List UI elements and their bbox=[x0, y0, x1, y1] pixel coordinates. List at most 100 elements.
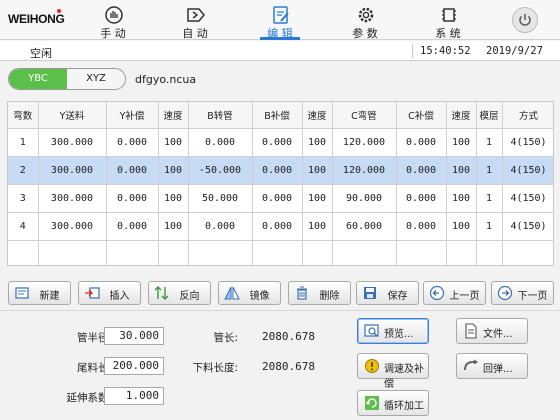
radius-field[interactable]: 30.000 bbox=[104, 327, 164, 345]
insert-button-label: 插入 bbox=[109, 291, 130, 302]
table-cell[interactable]: 120.000 bbox=[332, 156, 397, 185]
table-row[interactable]: 1 300.000 0.000 100 0.000 0.000 100 120.000 0.00… bbox=[8, 128, 553, 157]
table-cell[interactable]: 300.000 bbox=[38, 212, 107, 241]
mirror-button[interactable]: 镜像 bbox=[218, 281, 281, 305]
table-row-empty[interactable] bbox=[8, 240, 553, 265]
next-page-button[interactable]: 下一页 bbox=[491, 281, 554, 305]
table-cell[interactable]: 100 bbox=[302, 212, 333, 241]
table-cell[interactable]: 100 bbox=[446, 212, 477, 241]
table-cell[interactable]: 0.000 bbox=[106, 128, 159, 157]
nav-params[interactable]: 参 数 bbox=[335, 0, 395, 40]
table-cell[interactable]: 4(150) bbox=[502, 212, 553, 241]
table-cell-empty[interactable] bbox=[396, 240, 447, 265]
table-cell[interactable]: 2 bbox=[8, 156, 39, 185]
status-divider bbox=[412, 44, 413, 58]
table-cell[interactable]: 0.000 bbox=[252, 184, 303, 213]
table-cell-empty[interactable] bbox=[302, 240, 333, 265]
power-button[interactable] bbox=[512, 7, 538, 33]
coordinate-mode-toggle[interactable]: YBC XYZ bbox=[8, 68, 126, 90]
table-cell[interactable]: 4(150) bbox=[502, 184, 553, 213]
table-cell[interactable]: 0.000 bbox=[396, 184, 447, 213]
table-cell[interactable]: 100 bbox=[446, 128, 477, 157]
mode-option-ybc[interactable]: YBC bbox=[9, 69, 67, 89]
table-cell[interactable]: 1 bbox=[476, 212, 503, 241]
table-cell[interactable]: 0.000 bbox=[188, 212, 253, 241]
table-cell[interactable]: 100 bbox=[302, 128, 333, 157]
table-cell[interactable]: 0.000 bbox=[396, 156, 447, 185]
table-cell[interactable]: 4(150) bbox=[502, 156, 553, 185]
springback-button[interactable]: 回弹... bbox=[456, 353, 528, 379]
table-cell[interactable]: 90.000 bbox=[332, 184, 397, 213]
table-cell-empty[interactable] bbox=[446, 240, 477, 265]
tail-length-field[interactable]: 200.000 bbox=[104, 357, 164, 375]
table-cell-empty[interactable] bbox=[188, 240, 253, 265]
delete-button[interactable]: 删除 bbox=[288, 281, 351, 305]
table-cell-empty[interactable] bbox=[8, 240, 39, 265]
column-header: Y补偿 bbox=[106, 102, 159, 129]
file-button[interactable]: 文件... bbox=[456, 318, 528, 344]
table-row[interactable]: 2 300.000 0.000 100 -50.000 0.000 100 120.000 0.… bbox=[8, 156, 553, 185]
bend-table-grid: 弯数 Y送料 Y补偿 速度 B转管 B补偿 速度 C弯管 C补偿 速度 模层 方式 1 300.000 0… bbox=[8, 102, 553, 265]
table-cell[interactable]: 100 bbox=[302, 184, 333, 213]
table-cell-empty[interactable] bbox=[38, 240, 107, 265]
table-cell[interactable]: 100 bbox=[446, 184, 477, 213]
table-cell[interactable]: 1 bbox=[8, 128, 39, 157]
insert-icon bbox=[85, 287, 100, 299]
mode-option-xyz[interactable]: XYZ bbox=[67, 69, 125, 89]
new-button[interactable]: 新建 bbox=[8, 281, 71, 305]
table-cell[interactable]: 0.000 bbox=[106, 156, 159, 185]
save-button[interactable]: 保存 bbox=[356, 281, 419, 305]
table-cell[interactable]: 0.000 bbox=[188, 128, 253, 157]
table-cell[interactable]: -50.000 bbox=[188, 156, 253, 185]
table-cell[interactable]: 300.000 bbox=[38, 156, 107, 185]
speed-compensation-button[interactable]: 调速及补偿 bbox=[357, 353, 429, 390]
table-cell[interactable]: 1 bbox=[476, 184, 503, 213]
tube-length-value: 2080.678 bbox=[262, 330, 315, 343]
table-cell[interactable]: 300.000 bbox=[38, 128, 107, 157]
tube-length-label: 管长: bbox=[213, 332, 238, 344]
table-cell[interactable]: 0.000 bbox=[396, 128, 447, 157]
table-cell[interactable]: 300.000 bbox=[38, 184, 107, 213]
table-cell[interactable]: 100 bbox=[158, 212, 189, 241]
nav-auto[interactable]: 自 动 bbox=[165, 0, 225, 40]
table-cell[interactable]: 0.000 bbox=[252, 212, 303, 241]
nav-manual[interactable]: 手 动 bbox=[83, 0, 143, 40]
table-row[interactable]: 4 300.000 0.000 100 0.000 0.000 100 60.000 0.000… bbox=[8, 212, 553, 241]
table-cell[interactable]: 0.000 bbox=[106, 212, 159, 241]
table-cell[interactable]: 100 bbox=[302, 156, 333, 185]
nav-edit[interactable]: 编 辑 bbox=[250, 0, 310, 40]
table-cell-empty[interactable] bbox=[502, 240, 553, 265]
table-cell-empty[interactable] bbox=[158, 240, 189, 265]
prev-page-button[interactable]: 上一页 bbox=[423, 281, 486, 305]
table-cell[interactable]: 100 bbox=[158, 184, 189, 213]
table-cell[interactable]: 100 bbox=[158, 156, 189, 185]
insert-button[interactable]: 插入 bbox=[78, 281, 141, 305]
table-cell-empty[interactable] bbox=[252, 240, 303, 265]
table-cell[interactable]: 1 bbox=[476, 128, 503, 157]
preview-button[interactable]: 预览... bbox=[357, 318, 429, 344]
table-cell[interactable]: 0.000 bbox=[252, 128, 303, 157]
table-cell-empty[interactable] bbox=[106, 240, 159, 265]
trash-icon bbox=[297, 286, 307, 300]
table-cell[interactable]: 4 bbox=[8, 212, 39, 241]
table-header-row: 弯数 Y送料 Y补偿 速度 B转管 B补偿 速度 C弯管 C补偿 速度 模层 方式 bbox=[8, 102, 553, 129]
table-cell[interactable]: 0.000 bbox=[396, 212, 447, 241]
table-cell-empty[interactable] bbox=[332, 240, 397, 265]
stretch-factor-field[interactable]: 1.000 bbox=[104, 387, 164, 405]
table-row[interactable]: 3 300.000 0.000 100 50.000 0.000 100 90.000 0.00… bbox=[8, 184, 553, 213]
bend-table[interactable]: 弯数 Y送料 Y补偿 速度 B转管 B补偿 速度 C弯管 C补偿 速度 模层 方式 1 300.000 0… bbox=[7, 101, 554, 266]
table-cell[interactable]: 60.000 bbox=[332, 212, 397, 241]
table-cell-empty[interactable] bbox=[476, 240, 503, 265]
table-cell[interactable]: 120.000 bbox=[332, 128, 397, 157]
loop-process-button[interactable]: 循环加工 bbox=[357, 390, 429, 416]
table-cell[interactable]: 0.000 bbox=[252, 156, 303, 185]
reverse-button[interactable]: 反向 bbox=[148, 281, 211, 305]
table-cell[interactable]: 100 bbox=[446, 156, 477, 185]
table-cell[interactable]: 1 bbox=[476, 156, 503, 185]
table-cell[interactable]: 3 bbox=[8, 184, 39, 213]
table-cell[interactable]: 50.000 bbox=[188, 184, 253, 213]
nav-system[interactable]: 系 统 bbox=[418, 0, 478, 40]
table-cell[interactable]: 0.000 bbox=[106, 184, 159, 213]
table-cell[interactable]: 4(150) bbox=[502, 128, 553, 157]
table-cell[interactable]: 100 bbox=[158, 128, 189, 157]
